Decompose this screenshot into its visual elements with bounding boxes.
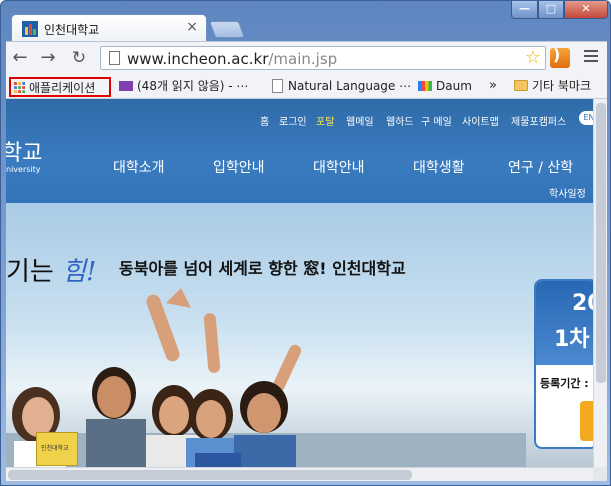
bookmark-daum-label: Daum: [436, 79, 472, 93]
gnb-about[interactable]: 대학소개: [113, 157, 165, 177]
english-site-button[interactable]: EN: [579, 111, 593, 125]
site-logo-subtitle: niversity: [6, 165, 41, 174]
bookmark-mail-label: (48개 읽지 않음) - ⋯: [137, 79, 249, 93]
bookmark-apps[interactable]: 애플리케이션: [9, 77, 111, 97]
back-arrow-icon[interactable]: ←: [9, 48, 31, 68]
site-logo[interactable]: 학교: [6, 135, 42, 167]
util-link-webhard[interactable]: 웹하드: [386, 113, 414, 128]
tab-close-icon[interactable]: ×: [186, 19, 198, 35]
folder-icon: [514, 80, 528, 91]
bookmarks-overflow-button[interactable]: »: [489, 77, 497, 97]
horizontal-scroll-thumb[interactable]: [8, 470, 412, 480]
url-host: www.incheon.ac.kr: [127, 50, 269, 68]
rss-feed-button[interactable]: ): [550, 45, 570, 68]
popup-action-button[interactable]: [580, 401, 593, 441]
browser-window: 인천대학교 × — □ ✕ ← → ↻ www.incheon.ac.kr/ma…: [0, 0, 611, 486]
document-icon: [272, 79, 283, 93]
brochure-label: 인천대학교: [41, 445, 69, 452]
apps-grid-icon: [14, 82, 25, 93]
popup-year: 20: [572, 291, 593, 316]
vertical-scroll-thumb[interactable]: [596, 103, 606, 383]
address-bar[interactable]: www.incheon.ac.kr/main.jsp ☆: [100, 46, 546, 70]
page-icon: [109, 51, 120, 65]
util-link-portal[interactable]: 포탈: [316, 113, 334, 128]
minimize-icon: —: [519, 2, 530, 15]
util-link-home[interactable]: 홈: [260, 113, 269, 128]
forward-arrow-icon[interactable]: →: [37, 48, 59, 68]
page-viewport: 학교 niversity 홈 로그인 포탈 웹메일 웹하드 구 메일 사이트맵 …: [6, 99, 593, 467]
slogan-text: 동북아를 넘어 세계로 향한 窓! 인천대학교: [119, 259, 406, 278]
url-path: /main.jsp: [268, 50, 338, 68]
reload-icon[interactable]: ↻: [68, 48, 90, 68]
admission-popup[interactable]: 20 1차 등록기간 :: [534, 279, 593, 449]
tab-strip: 인천대학교 × — □ ✕: [1, 1, 610, 42]
scrollbar-corner: [593, 467, 607, 481]
popup-round: 1차: [554, 327, 590, 352]
util-link-sitemap[interactable]: 사이트맵: [462, 113, 499, 128]
maximize-button[interactable]: □: [538, 1, 564, 19]
util-link-campus[interactable]: 제물포캠퍼스: [511, 113, 566, 128]
bookmark-natural-language[interactable]: Natural Language ⋯: [272, 77, 411, 97]
tab-incheon[interactable]: 인천대학교 ×: [11, 14, 207, 42]
popup-period-label: 등록기간 :: [540, 377, 589, 390]
daum-icon: [418, 81, 432, 91]
util-link-old-mail[interactable]: 구 메일: [421, 113, 452, 128]
university-brochure: 인천대학교: [36, 432, 78, 466]
horizontal-scrollbar[interactable]: [6, 467, 593, 481]
bookmark-star-icon[interactable]: ☆: [525, 47, 541, 68]
tab-title: 인천대학교: [44, 23, 100, 37]
close-window-button[interactable]: ✕: [564, 1, 608, 19]
bookmark-daum[interactable]: Daum: [418, 77, 472, 97]
url-text[interactable]: www.incheon.ac.kr/main.jsp: [127, 50, 337, 68]
bookmark-natural-language-label: Natural Language ⋯: [288, 79, 412, 93]
gnb-admission[interactable]: 입학안내: [213, 157, 265, 177]
gnb-campus-life[interactable]: 대학생활: [413, 157, 465, 177]
university-favicon-icon: [22, 21, 38, 37]
students-photo: [6, 288, 526, 467]
gnb-research[interactable]: 연구 / 산학: [508, 157, 573, 177]
chrome-menu-icon[interactable]: [584, 50, 598, 65]
vertical-scrollbar[interactable]: [593, 99, 607, 467]
gnb-university[interactable]: 대학안내: [313, 157, 365, 177]
toolbar: ← → ↻ www.incheon.ac.kr/main.jsp ☆ ): [6, 41, 607, 73]
new-tab-button[interactable]: [208, 21, 246, 38]
maximize-icon: □: [545, 2, 557, 15]
close-icon: ✕: [581, 2, 591, 15]
minimize-button[interactable]: —: [511, 1, 538, 19]
bookmark-other-folder[interactable]: 기타 북마크: [514, 77, 591, 97]
bookmark-mail[interactable]: (48개 읽지 않음) - ⋯: [119, 77, 248, 97]
util-link-login[interactable]: 로그인: [279, 113, 307, 128]
rss-icon: ): [553, 45, 561, 64]
util-link-webmail[interactable]: 웹메일: [346, 113, 374, 128]
academic-calendar-link[interactable]: 학사일정: [549, 185, 586, 200]
bookmarks-bar: 애플리케이션 (48개 읽지 않음) - ⋯ Natural Language …: [6, 73, 607, 99]
site-header: 학교 niversity 홈 로그인 포탈 웹메일 웹하드 구 메일 사이트맵 …: [6, 99, 593, 203]
mail-icon: [119, 81, 133, 91]
hero-banner: 기는 힘! 동북아를 넘어 세계로 향한 窓! 인천대학교 인천대학교 2 1차…: [6, 203, 593, 467]
popup-header: 20 1차: [536, 281, 593, 365]
bookmark-apps-label: 애플리케이션: [29, 81, 96, 95]
bookmark-other-label: 기타 북마크: [532, 79, 592, 93]
